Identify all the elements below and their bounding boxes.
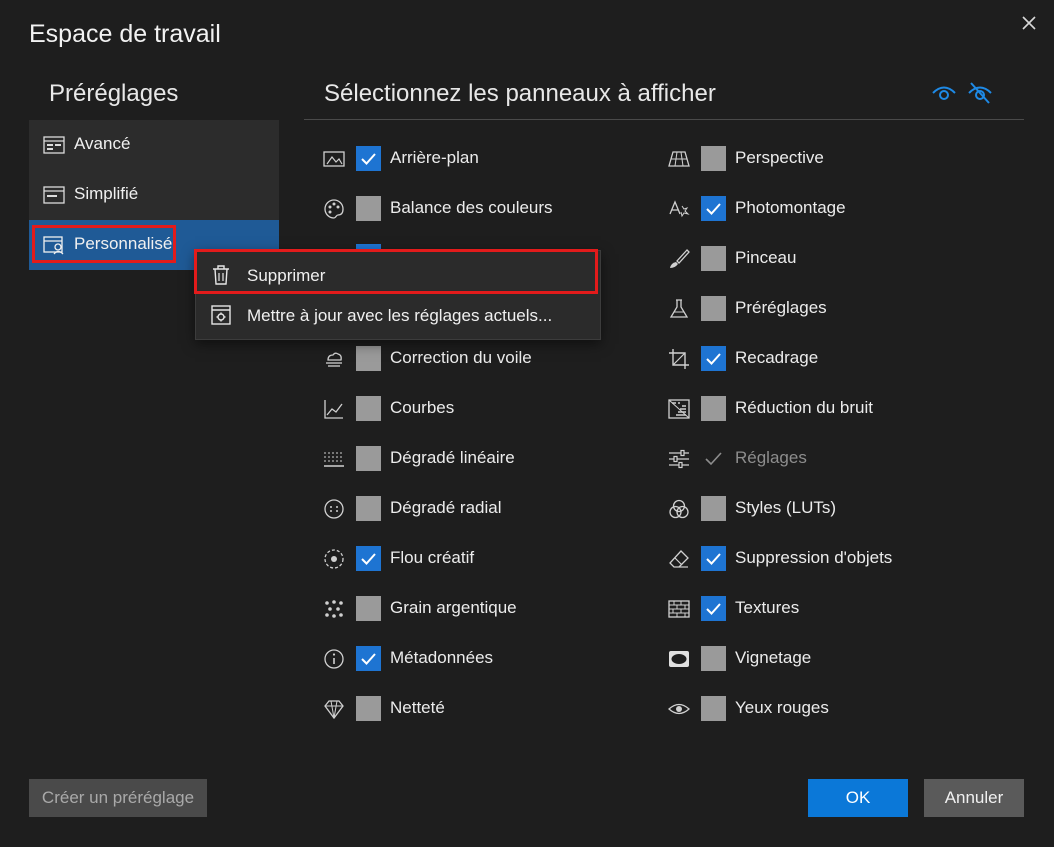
menu-item-update[interactable]: Mettre à jour avec les réglages actuels.… [196, 294, 600, 334]
panel-layout-icon [43, 136, 65, 154]
update-settings-icon [211, 305, 231, 325]
panel-checkbox[interactable] [356, 446, 381, 471]
panel-checkbox[interactable] [701, 496, 726, 521]
panel-label: Courbes [390, 398, 455, 417]
panel-layout-icon [43, 186, 65, 204]
panel-checkbox[interactable] [356, 146, 381, 171]
panels-divider [304, 119, 1024, 120]
curves-icon [324, 400, 343, 419]
panel-checkbox[interactable] [701, 696, 726, 721]
panel-label: Netteté [390, 698, 445, 717]
panel-label: Styles (LUTs) [735, 498, 837, 517]
panel-label: Yeux rouges [735, 698, 829, 717]
panel-checkbox[interactable] [356, 196, 381, 221]
grain-icon [325, 600, 343, 618]
panel-label: Recadrage [735, 348, 819, 367]
panel-label: Préréglages [735, 298, 827, 317]
panels-heading: Sélectionnez les panneaux à afficher [324, 80, 716, 107]
linear-gradient-icon [324, 452, 344, 467]
brush-icon [670, 249, 690, 268]
flask-icon [669, 299, 689, 318]
hide-all-eye-off-icon[interactable] [966, 80, 994, 106]
panel-checkbox[interactable] [356, 696, 381, 721]
panel-label: Réglages [735, 448, 807, 467]
panel-checkbox[interactable] [356, 346, 381, 371]
crop-icon [669, 349, 689, 369]
cancel-button[interactable]: Annuler [924, 779, 1024, 817]
preset-item-simplifie[interactable]: Simplifié [29, 170, 279, 220]
panel-label: Grain argentique [390, 598, 517, 617]
panel-label: Balance des couleurs [390, 198, 553, 217]
menu-label: Supprimer [247, 266, 326, 285]
trash-icon [213, 265, 229, 285]
presets-list: Avancé Simplifié Personnalisé [29, 120, 279, 270]
panel-label: Pinceau [735, 248, 797, 267]
panel-label: Vignetage [735, 648, 812, 667]
menu-label: Mettre à jour avec les réglages actuels.… [247, 306, 553, 325]
eraser-icon [669, 550, 689, 568]
panel-label: Réduction du bruit [735, 398, 873, 417]
panel-checkbox[interactable] [701, 296, 726, 321]
custom-preset-icon [43, 236, 64, 255]
panel-label: Dégradé radial [390, 498, 502, 517]
background-icon [323, 151, 345, 167]
styles-icon [669, 499, 689, 519]
panel-label: Photomontage [735, 198, 846, 217]
panel-label: Arrière-plan [390, 148, 479, 167]
diamond-icon [324, 700, 344, 720]
menu-item-delete[interactable]: Supprimer [196, 254, 600, 294]
panel-checkbox[interactable] [701, 596, 726, 621]
panel-checkbox[interactable] [356, 396, 381, 421]
eye-icon [668, 703, 690, 715]
noise-reduction-icon [668, 399, 690, 419]
info-icon [324, 649, 344, 669]
preset-label: Personnalisé [74, 234, 173, 253]
preset-label: Simplifié [74, 184, 139, 203]
preset-item-avance[interactable]: Avancé [29, 120, 279, 170]
preset-label: Avancé [74, 134, 131, 153]
haze-icon [326, 352, 342, 367]
create-preset-button[interactable]: Créer un préréglage [29, 779, 207, 817]
panel-checkbox[interactable] [701, 346, 726, 371]
photomontage-icon [669, 200, 690, 218]
panel-checkbox[interactable] [701, 546, 726, 571]
panel-label: Dégradé linéaire [390, 448, 515, 467]
panel-checkbox[interactable] [701, 146, 726, 171]
panel-label: Textures [735, 598, 800, 617]
panel-checkbox[interactable] [356, 596, 381, 621]
vignette-icon [669, 651, 689, 667]
panel-label: Flou créatif [390, 548, 475, 567]
panel-checkbox-locked [701, 446, 726, 471]
panel-checkbox[interactable] [701, 646, 726, 671]
panel-label: Correction du voile [390, 348, 532, 367]
panel-label: Métadonnées [390, 648, 494, 667]
panel-checkbox[interactable] [356, 496, 381, 521]
ok-button[interactable]: OK [808, 779, 908, 817]
presets-heading: Préréglages [49, 80, 179, 107]
sliders-icon [669, 449, 689, 469]
panel-label: Suppression d'objets [735, 548, 893, 567]
show-all-eye-icon[interactable] [930, 80, 958, 106]
panel-checkbox[interactable] [356, 646, 381, 671]
radial-gradient-icon [324, 499, 344, 519]
close-icon[interactable] [1018, 12, 1040, 34]
panel-checkbox[interactable] [701, 246, 726, 271]
panel-checkbox[interactable] [356, 546, 381, 571]
panel-checkbox[interactable] [701, 196, 726, 221]
context-menu: Supprimer Mettre à jour avec les réglage… [195, 250, 601, 340]
perspective-icon [668, 151, 690, 167]
panel-label: Perspective [735, 148, 824, 167]
brick-icon [668, 600, 690, 618]
panel-checkbox[interactable] [701, 396, 726, 421]
palette-icon [324, 199, 344, 219]
creative-blur-icon [324, 549, 344, 569]
dialog-title: Espace de travail [29, 20, 221, 48]
